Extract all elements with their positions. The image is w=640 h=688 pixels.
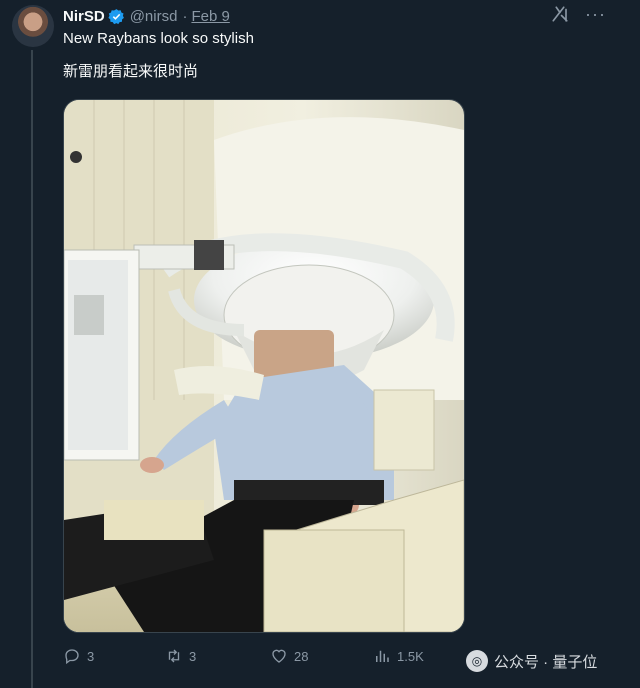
tweet-date[interactable]: Feb 9 [191,8,229,25]
retweet-icon [168,649,180,663]
retweet-button[interactable]: 3 [165,647,196,665]
wechat-logo-icon: ◎ [466,650,488,672]
heart-icon [272,649,286,663]
avatar[interactable] [12,5,54,47]
like-count: 28 [294,648,309,664]
like-button[interactable]: 28 [270,647,308,665]
views-icon [376,650,389,662]
watermark-text: 公众号 · 量子位 [494,653,598,671]
reply-button[interactable]: 3 [63,647,94,665]
reply-count: 3 [87,648,95,664]
tweet-photo[interactable] [63,99,465,633]
more-options-icon[interactable]: ··· [585,5,606,23]
thread-line [31,50,33,688]
views-count: 1.5K [397,648,424,664]
tweet-text: New Raybans look so stylish [63,30,254,47]
author-name[interactable]: NirSD [63,8,105,25]
watermark: ◎ 公众号 · 量子位 [466,650,597,672]
tweet-header: NirSD @nirsd · Feb 9 [63,6,230,26]
reply-icon [65,649,79,665]
top-icons: ··· [551,5,606,23]
header-separator: · [182,7,188,25]
mri-scanner-photo [64,100,464,632]
tweet-translation: 新雷朋看起来很时尚 [63,63,199,80]
grok-icon[interactable] [551,5,569,23]
views-button[interactable]: 1.5K [373,647,424,665]
retweet-count: 3 [189,648,197,664]
verified-badge-icon [108,8,124,24]
author-handle[interactable]: @nirsd [130,8,178,25]
